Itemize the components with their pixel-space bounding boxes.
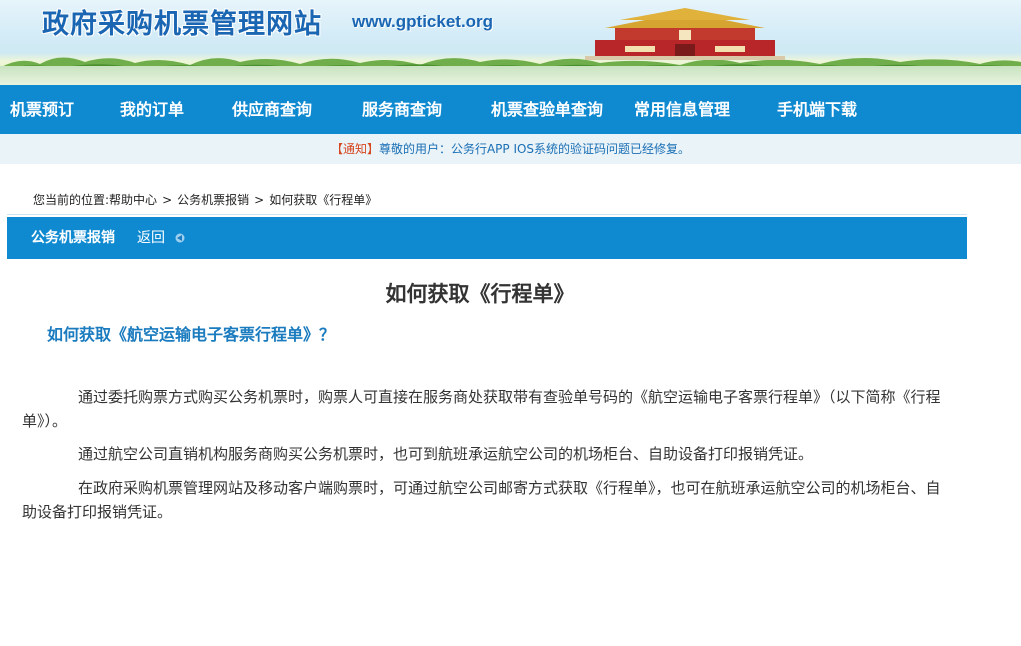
breadcrumb: 您当前的位置:帮助中心 > 公务机票报销 > 如何获取《行程单》	[33, 191, 377, 208]
breadcrumb-help-center[interactable]: 帮助中心	[109, 193, 157, 207]
breadcrumb-reimbursement[interactable]: 公务机票报销	[177, 193, 249, 207]
breadcrumb-separator: >	[162, 193, 173, 207]
nav-item-mobile-download[interactable]: 手机端下载	[777, 85, 857, 134]
article-subtitle: 如何获取《航空运输电子客票行程单》？	[47, 325, 336, 344]
section-header: 公务机票报销 返回	[7, 217, 967, 259]
breadcrumb-current: 如何获取《行程单》	[269, 193, 378, 207]
article-title: 如何获取《行程单》	[385, 281, 575, 306]
tiananmen-gate-image	[585, 8, 785, 60]
notice-tag: 【通知】	[330, 142, 379, 156]
nav-item-info-management[interactable]: 常用信息管理	[634, 85, 730, 134]
nav-item-service-query[interactable]: 服务商查询	[362, 85, 442, 134]
breadcrumb-divider	[7, 214, 967, 215]
nav-item-verification-query[interactable]: 机票查验单查询	[491, 85, 603, 134]
nav-item-my-orders[interactable]: 我的订单	[120, 85, 184, 134]
breadcrumb-prefix: 您当前的位置:	[33, 193, 110, 207]
notice-bar: 【通知】尊敬的用户：公务行APP IOS系统的验证码问题已经修复。	[0, 134, 1021, 164]
site-title: 政府采购机票管理网站	[42, 9, 322, 40]
back-arrow-icon[interactable]	[175, 233, 185, 243]
section-title: 公务机票报销	[31, 230, 115, 246]
main-nav: 机票预订 我的订单 供应商查询 服务商查询 机票查验单查询 常用信息管理 手机端…	[0, 85, 1021, 134]
article-paragraph: 通过航空公司直销机构服务商购买公务机票时，也可到航班承运航空公司的机场柜台、自助…	[78, 445, 814, 463]
notice-message[interactable]: 尊敬的用户：公务行APP IOS系统的验证码问题已经修复。	[379, 142, 690, 156]
lake-decoration	[0, 66, 1021, 85]
nav-item-supplier-query[interactable]: 供应商查询	[232, 85, 312, 134]
nav-item-ticket-booking[interactable]: 机票预订	[10, 85, 74, 134]
breadcrumb-separator: >	[254, 193, 265, 207]
site-url: www.gpticket.org	[352, 12, 494, 31]
header-banner: 政府采购机票管理网站 www.gpticket.org	[0, 0, 1021, 85]
article-paragraph: 通过委托购票方式购买公务机票时，购票人可直接在服务商处获取带有查验单号码的《航空…	[22, 388, 941, 430]
article-paragraph: 在政府采购机票管理网站及移动客户端购票时，可通过航空公司邮寄方式获取《行程单》，…	[22, 479, 941, 521]
back-link[interactable]: 返回	[137, 217, 165, 259]
